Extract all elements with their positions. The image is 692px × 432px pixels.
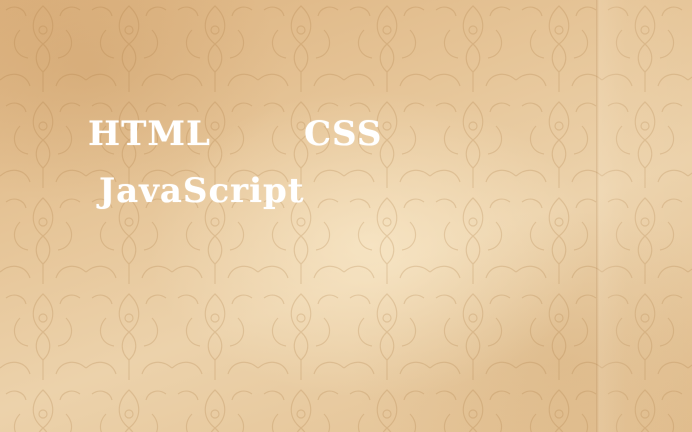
damask-pattern (0, 0, 692, 432)
paper-fold (596, 0, 692, 432)
word-html: HTML (88, 114, 211, 154)
word-javascript: JavaScript (99, 171, 305, 211)
word-css: CSS (304, 114, 383, 154)
parchment-background (0, 0, 692, 432)
